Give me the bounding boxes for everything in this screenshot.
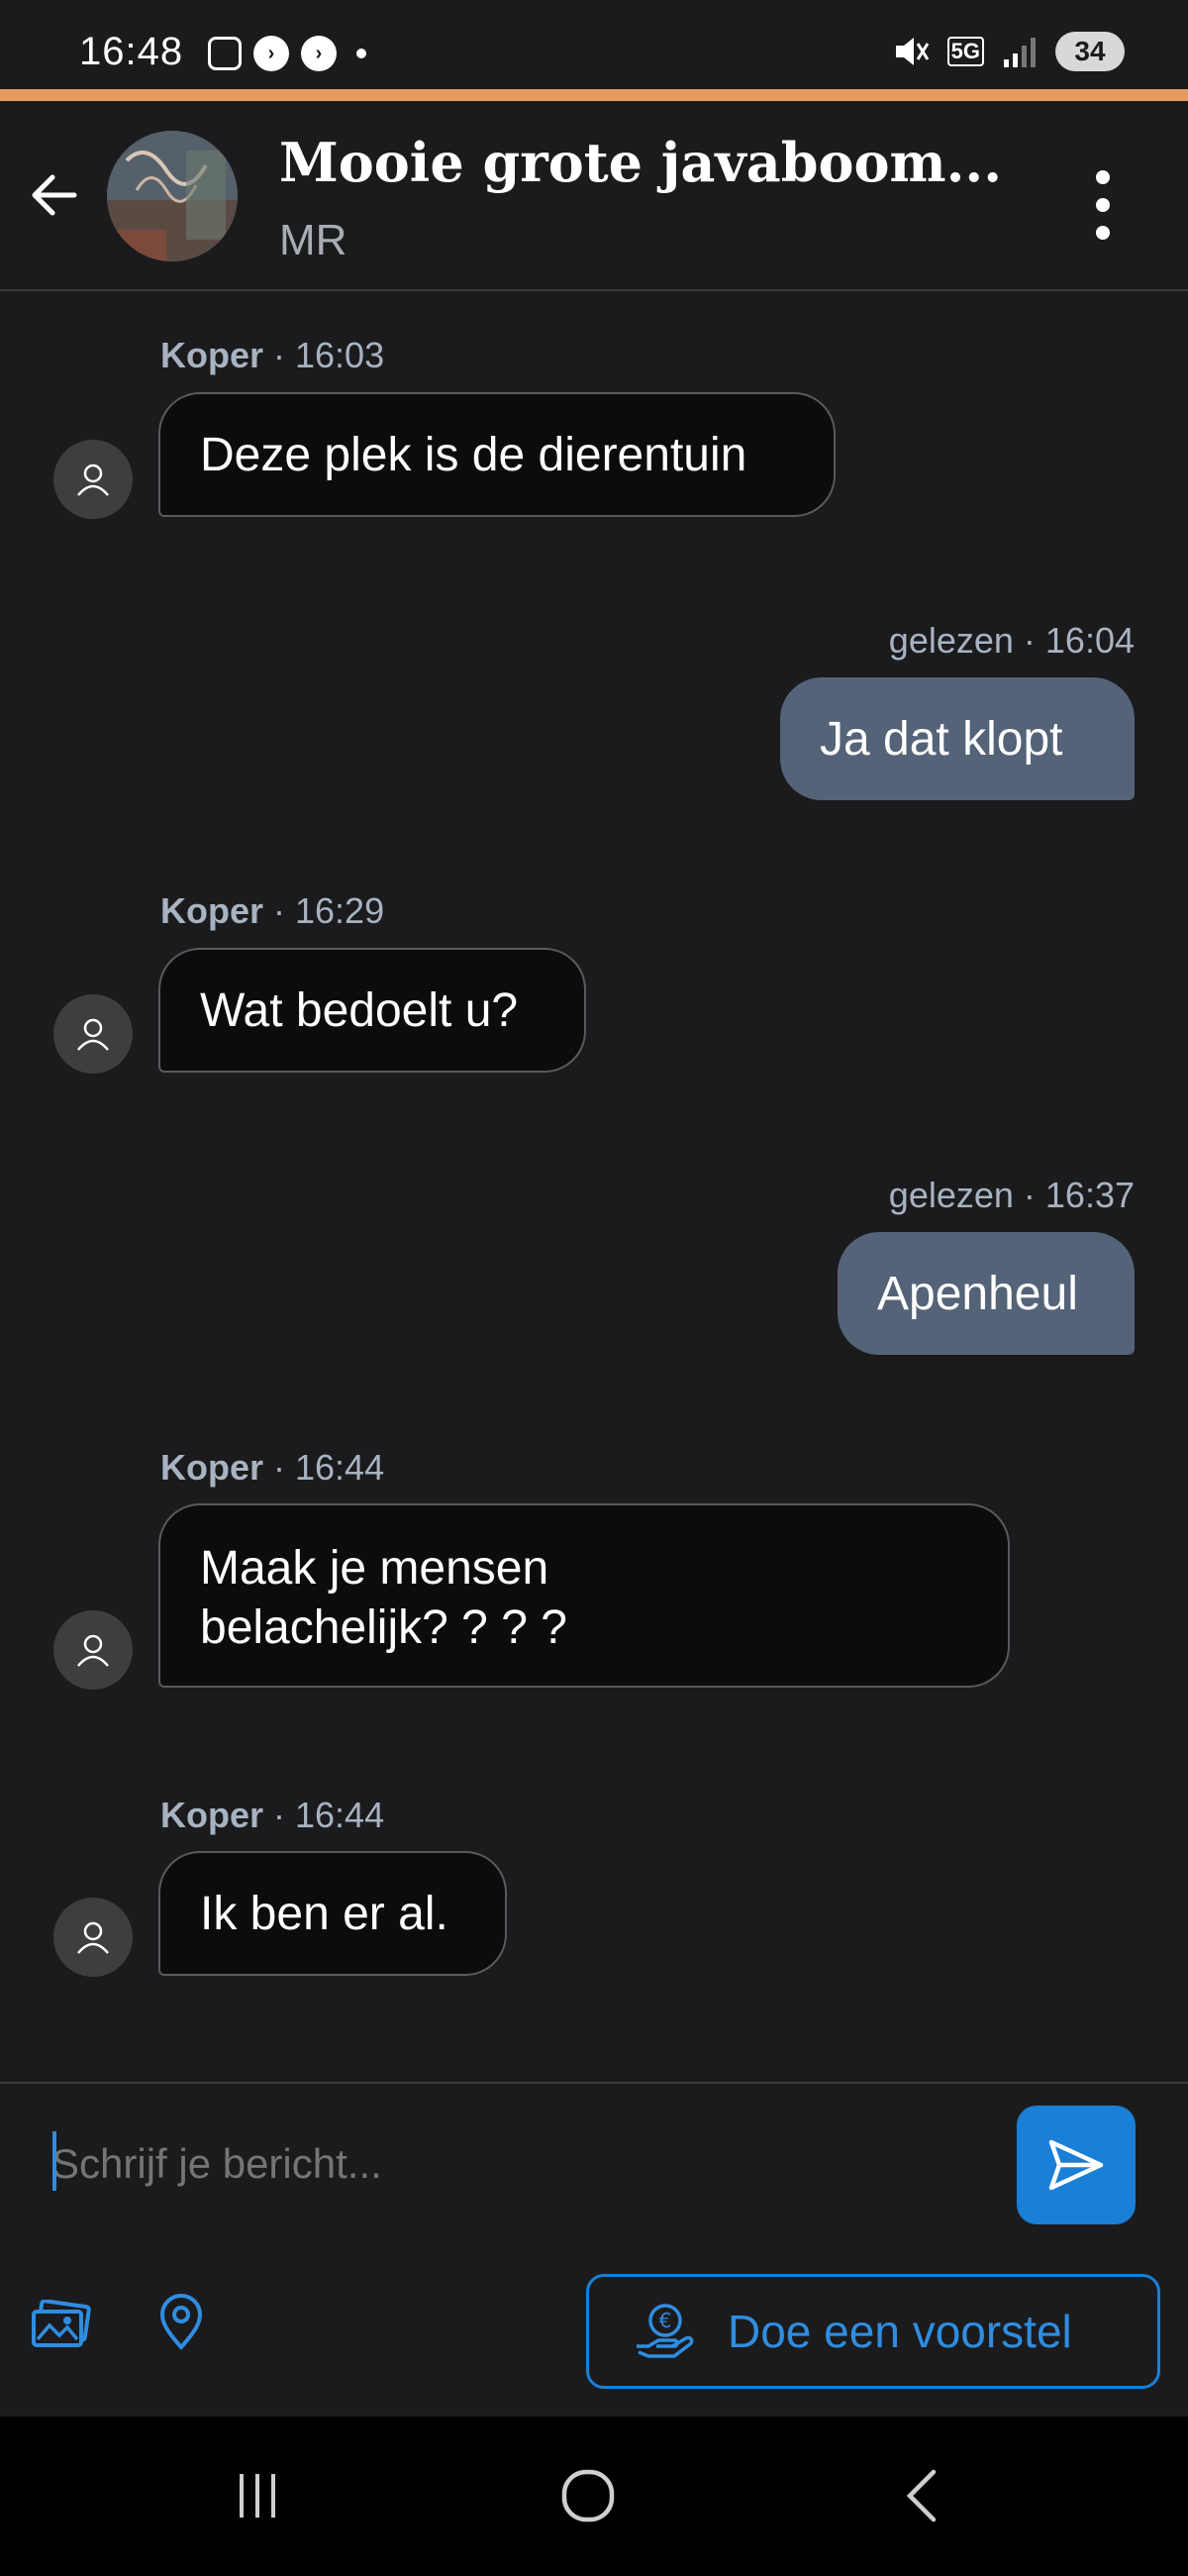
listing-thumbnail[interactable] <box>107 131 238 261</box>
message-input[interactable] <box>51 2129 982 2199</box>
listing-photo <box>107 131 238 261</box>
message-meta: Koper · 16:44 <box>160 1795 385 1835</box>
more-vertical-icon <box>1096 198 1110 212</box>
message-text: Ja dat klopt <box>820 712 1063 766</box>
message-text: Apenheul <box>877 1267 1078 1320</box>
message-text: Deze plek is de dierentuin <box>200 428 747 481</box>
message-sender: Koper <box>160 335 264 375</box>
sender-avatar <box>53 1610 133 1690</box>
message-bubble-outgoing[interactable]: Ja dat klopt <box>780 677 1135 800</box>
message-bubble-incoming[interactable]: Maak je mensen belachelijk? ? ? ? <box>158 1503 1010 1688</box>
make-offer-button[interactable]: € Doe een voorstel <box>586 2274 1160 2389</box>
send-button[interactable] <box>1017 2106 1136 2224</box>
mute-icon <box>895 38 929 65</box>
message-bubble-outgoing[interactable]: Apenheul <box>838 1232 1135 1355</box>
message-meta: Koper · 16:29 <box>160 890 385 931</box>
user-icon <box>77 1018 109 1051</box>
message-bubble-incoming[interactable]: Wat bedoelt u? <box>158 948 586 1073</box>
top-accent-bar <box>0 89 1188 101</box>
status-right-icons: 5G 34 <box>890 32 1125 71</box>
status-time: 16:48 <box>79 30 184 73</box>
recents-icon <box>240 2474 275 2518</box>
read-status: gelezen <box>888 1175 1014 1215</box>
status-notification-icons: › › <box>208 36 366 71</box>
user-icon <box>77 1634 109 1667</box>
chevron-left-icon <box>906 2469 937 2523</box>
message-time: 16:03 <box>295 335 385 375</box>
more-vertical-icon <box>1096 170 1110 184</box>
message-meta: Koper · 16:44 <box>160 1447 385 1488</box>
message-sender: Koper <box>160 1795 264 1835</box>
message-time: 16:29 <box>295 890 385 931</box>
message-time: 16:37 <box>1044 1175 1135 1215</box>
message-time: 16:04 <box>1044 620 1135 661</box>
sender-avatar <box>53 1898 133 1977</box>
message-sender: Koper <box>160 890 264 931</box>
network-type: 5G <box>946 37 984 66</box>
text-caret <box>52 2131 56 2191</box>
battery-indicator: 34 <box>1055 32 1125 71</box>
read-status: gelezen <box>888 620 1014 661</box>
back-button[interactable] <box>20 160 89 230</box>
share-location-button[interactable] <box>147 2288 216 2357</box>
chat-subtitle: MR <box>279 216 347 264</box>
add-photo-button[interactable] <box>26 2290 95 2359</box>
message-text: belachelijk? ? ? ? <box>200 1601 567 1654</box>
more-vertical-icon <box>1096 226 1110 240</box>
user-icon <box>77 1921 109 1954</box>
user-icon <box>77 464 109 496</box>
images-icon <box>32 2300 91 2347</box>
svg-text:€: € <box>659 2309 672 2332</box>
screenshot-icon <box>208 37 242 70</box>
message-meta: gelezen · 16:04 <box>888 620 1135 661</box>
message-bubble-incoming[interactable]: Ik ben er al. <box>158 1851 507 1976</box>
message-time: 16:44 <box>295 1795 385 1835</box>
notification-icon: › <box>301 36 337 71</box>
message-text: Wat bedoelt u? <box>200 983 519 1037</box>
euro-hand-icon: € <box>637 2304 694 2358</box>
make-offer-label: Doe een voorstel <box>728 2306 1072 2357</box>
signal-icon <box>1004 38 1036 67</box>
send-icon <box>1048 2139 1104 2191</box>
notification-icon: › <box>253 36 289 71</box>
message-meta: gelezen · 16:37 <box>888 1175 1135 1215</box>
message-text: Ik ben er al. <box>200 1887 448 1940</box>
chat-title[interactable]: Mooie grote javaboom... <box>279 131 1002 194</box>
recent-apps-button[interactable] <box>198 2456 317 2535</box>
home-button[interactable] <box>529 2456 647 2535</box>
sender-avatar <box>53 994 133 1074</box>
chat-header: Mooie grote javaboom... MR <box>0 101 1188 291</box>
arrow-left-icon <box>32 174 77 216</box>
message-meta: Koper · 16:03 <box>160 335 385 375</box>
system-back-button[interactable] <box>863 2456 982 2535</box>
message-sender: Koper <box>160 1447 264 1488</box>
sender-avatar <box>53 440 133 519</box>
message-bubble-incoming[interactable]: Deze plek is de dierentuin <box>158 392 836 517</box>
home-icon <box>561 2469 615 2523</box>
message-time: 16:44 <box>295 1447 385 1488</box>
more-notifications-dot <box>356 49 366 58</box>
more-options-button[interactable] <box>1073 155 1133 255</box>
message-text: Maak je mensen <box>200 1542 549 1595</box>
location-pin-icon <box>159 2294 203 2351</box>
